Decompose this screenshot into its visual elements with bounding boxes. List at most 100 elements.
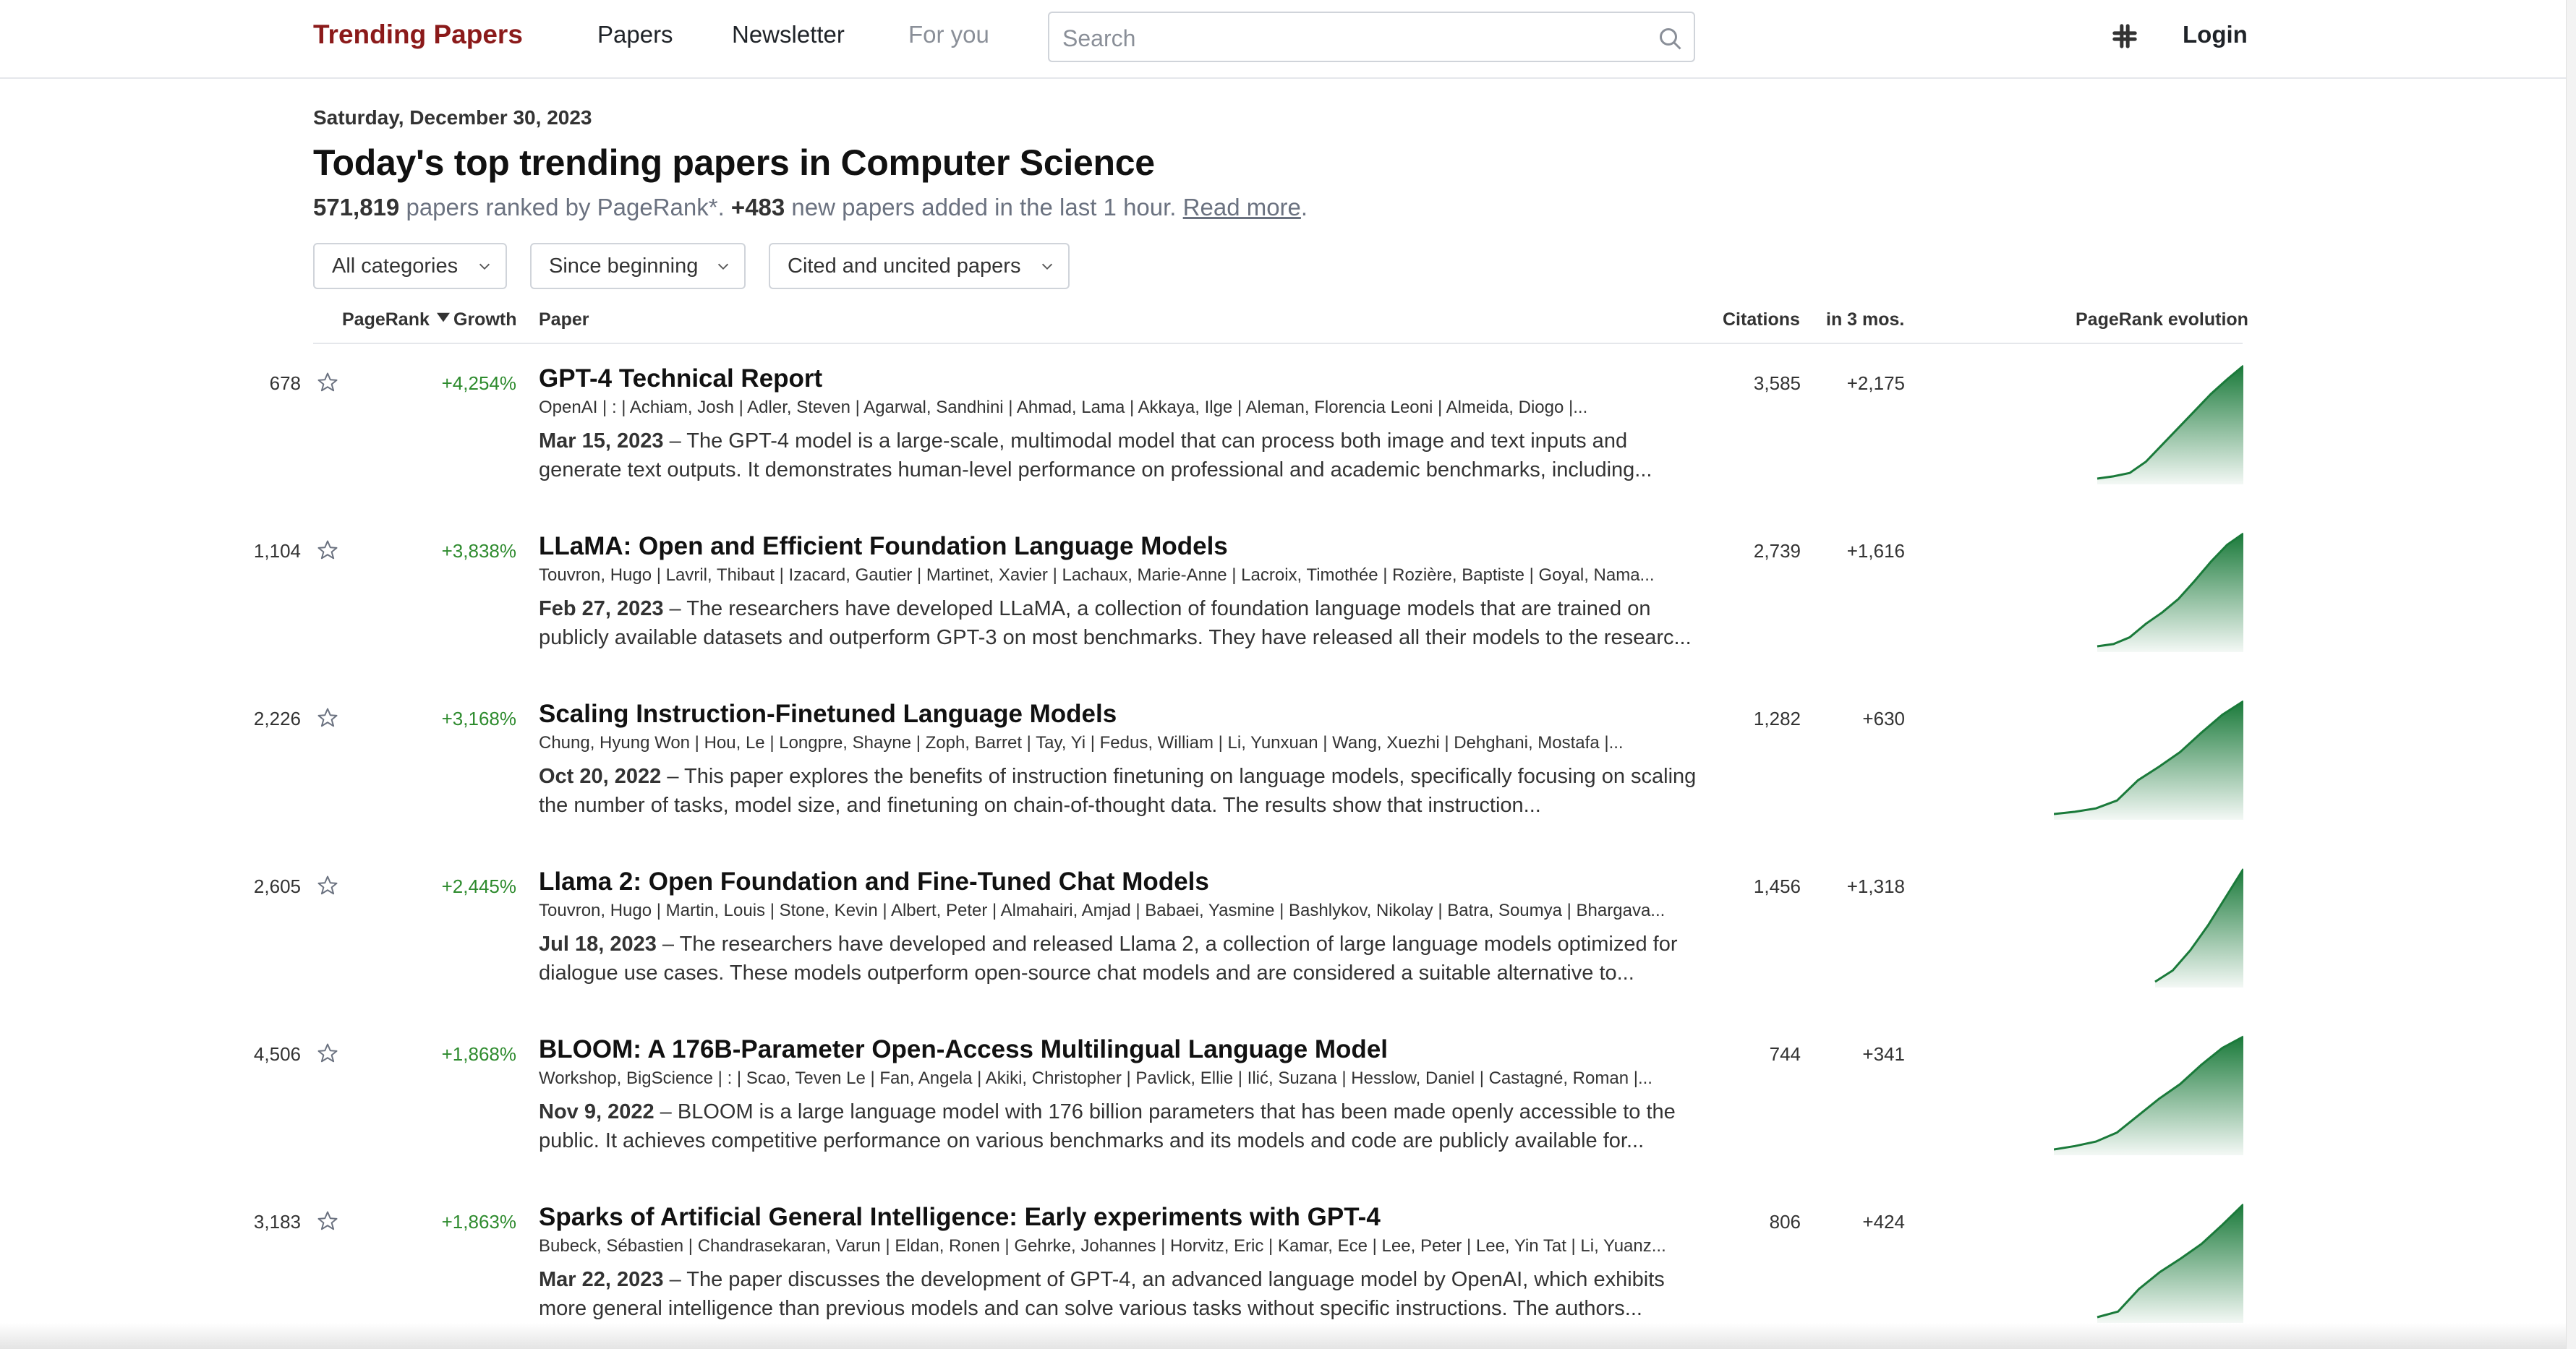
chevron-down-icon (717, 263, 729, 270)
category-filter-label: All categories (332, 254, 459, 278)
star-icon[interactable] (317, 1210, 338, 1232)
col-citations[interactable]: Citations (1723, 309, 1800, 330)
paper-authors: Touvron, Hugo | Martin, Louis | Stone, K… (539, 901, 1666, 920)
col-pagerank[interactable]: PageRank (342, 309, 430, 330)
pagerank-sparkline (2097, 364, 2243, 484)
paper-summary: – The GPT-4 model is a large-scale, mult… (539, 429, 1652, 481)
paper-count-suffix: papers ranked by PageRank*. (399, 194, 731, 220)
added-count: +483 (730, 194, 785, 220)
slack-icon[interactable] (2110, 22, 2139, 51)
nav-for-you[interactable]: For you (908, 21, 989, 48)
paper-abstract: Mar 15, 2023 – The GPT-4 model is a larg… (539, 427, 1699, 484)
paper-summary: – The paper discusses the development of… (539, 1268, 1665, 1320)
in-3-months-value: +1,616 (1846, 540, 1905, 562)
pagerank-value: 1,104 (253, 540, 301, 562)
paper-title[interactable]: BLOOM: A 176B-Parameter Open-Access Mult… (539, 1035, 1388, 1064)
growth-value: +1,868% (441, 1043, 516, 1065)
pagerank-value: 2,605 (253, 875, 301, 897)
page-title: Today's top trending papers in Computer … (313, 142, 1155, 183)
added-suffix: new papers added in the last 1 hour. (785, 194, 1183, 220)
citation-filter[interactable]: Cited and uncited papers (769, 243, 1070, 289)
search-input[interactable] (1061, 22, 1642, 55)
paper-summary: – BLOOM is a large language model with 1… (539, 1100, 1676, 1152)
pagerank-value: 678 (269, 372, 301, 394)
paper-date: Oct 20, 2022 (539, 765, 662, 788)
time-filter-label: Since beginning (549, 254, 699, 278)
pagerank-sparkline (2097, 1203, 2243, 1323)
col-pagerank-evolution: PageRank evolution (2076, 309, 2248, 330)
paper-date: Mar 22, 2023 (539, 1268, 664, 1291)
in-3-months-value: +2,175 (1846, 372, 1905, 394)
paper-title[interactable]: GPT-4 Technical Report (539, 364, 822, 393)
search-box[interactable] (1048, 12, 1695, 62)
paper-abstract: Jul 18, 2023 – The researchers have deve… (539, 930, 1699, 988)
pagerank-sparkline (2097, 532, 2243, 652)
pagerank-value: 2,226 (253, 708, 301, 729)
pagerank-sparkline (2154, 868, 2243, 988)
paper-title[interactable]: LLaMA: Open and Efficient Foundation Lan… (539, 532, 1228, 561)
star-icon[interactable] (317, 539, 338, 561)
paper-authors: Chung, Hyung Won | Hou, Le | Longpre, Sh… (539, 733, 1624, 753)
col-in-3-months[interactable]: in 3 mos. (1826, 309, 1904, 330)
col-growth[interactable]: Growth (453, 309, 517, 330)
sparkline-area (2097, 1204, 2243, 1323)
sparkline-area (2054, 701, 2243, 820)
in-3-months-value: +1,318 (1846, 875, 1905, 897)
star-icon[interactable] (317, 707, 338, 729)
paper-row: 1,104 +3,838% LLaMA: Open and Efficient … (0, 523, 2576, 691)
scrollbar[interactable] (2566, 0, 2576, 1349)
paper-row: 4,506 +1,868% BLOOM: A 176B-Parameter Op… (0, 1027, 2576, 1194)
paper-row: 2,226 +3,168% Scaling Instruction-Finetu… (0, 691, 2576, 859)
growth-value: +2,445% (441, 875, 516, 897)
paper-date: Mar 15, 2023 (539, 429, 664, 453)
nav-newsletter[interactable]: Newsletter (732, 21, 845, 48)
paper-row: 678 +4,254% GPT-4 Technical Report OpenA… (0, 356, 2576, 523)
category-filter[interactable]: All categories (313, 243, 507, 289)
paper-summary: – The researchers have developed LLaMA, … (539, 597, 1692, 649)
search-icon[interactable] (1658, 26, 1684, 52)
in-3-months-value: +424 (1862, 1211, 1905, 1233)
paper-date: Jul 18, 2023 (539, 933, 657, 956)
pagerank-sparkline (2054, 700, 2243, 820)
nav-papers[interactable]: Papers (597, 21, 673, 48)
col-paper: Paper (539, 309, 589, 330)
paper-title[interactable]: Llama 2: Open Foundation and Fine-Tuned … (539, 868, 1209, 896)
paper-abstract: Mar 22, 2023 – The paper discusses the d… (539, 1265, 1699, 1323)
pagerank-sparkline (2054, 1035, 2243, 1155)
paper-abstract: Nov 9, 2022 – BLOOM is a large language … (539, 1097, 1699, 1155)
citations-value: 806 (1769, 1211, 1801, 1233)
citations-value: 1,282 (1753, 708, 1801, 729)
paper-summary: – This paper explores the benefits of in… (539, 765, 1697, 817)
brand-logo[interactable]: Trending Papers (313, 20, 523, 50)
star-icon[interactable] (317, 875, 338, 896)
in-3-months-value: +630 (1862, 708, 1905, 729)
time-filter[interactable]: Since beginning (530, 243, 746, 289)
paper-authors: Bubeck, Sébastien | Chandrasekaran, Varu… (539, 1236, 1666, 1256)
growth-value: +4,254% (441, 372, 516, 394)
citation-filter-label: Cited and uncited papers (788, 254, 1021, 278)
paper-authors: Touvron, Hugo | Lavril, Thibaut | Izacar… (539, 565, 1655, 585)
read-more-link[interactable]: Read more (1183, 194, 1301, 220)
login-link[interactable]: Login (2183, 21, 2248, 48)
summary-line: 571,819 papers ranked by PageRank*. +483… (313, 194, 1308, 221)
growth-value: +3,838% (441, 540, 516, 562)
paper-abstract: Feb 27, 2023 – The researchers have deve… (539, 594, 1699, 652)
star-icon[interactable] (317, 1042, 338, 1064)
paper-date: Feb 27, 2023 (539, 597, 664, 620)
pagerank-value: 3,183 (253, 1211, 301, 1233)
paper-title[interactable]: Scaling Instruction-Finetuned Language M… (539, 700, 1117, 729)
pagerank-value: 4,506 (253, 1043, 301, 1065)
paper-summary: – The researchers have developed and rel… (539, 933, 1678, 985)
chevron-down-icon (479, 263, 490, 270)
citations-value: 3,585 (1753, 372, 1801, 394)
sort-desc-icon[interactable] (437, 312, 450, 324)
paper-abstract: Oct 20, 2022 – This paper explores the b… (539, 762, 1699, 820)
citations-value: 744 (1769, 1043, 1801, 1065)
summary-period: . (1300, 194, 1308, 220)
top-navbar: Trending Papers Papers Newsletter For yo… (0, 0, 2576, 79)
paper-title[interactable]: Sparks of Artificial General Intelligenc… (539, 1203, 1381, 1232)
star-icon[interactable] (317, 372, 338, 393)
chevron-down-icon (1041, 263, 1053, 270)
paper-row: 2,605 +2,445% Llama 2: Open Foundation a… (0, 859, 2576, 1027)
paper-authors: Workshop, BigScience | : | Scao, Teven L… (539, 1068, 1652, 1088)
